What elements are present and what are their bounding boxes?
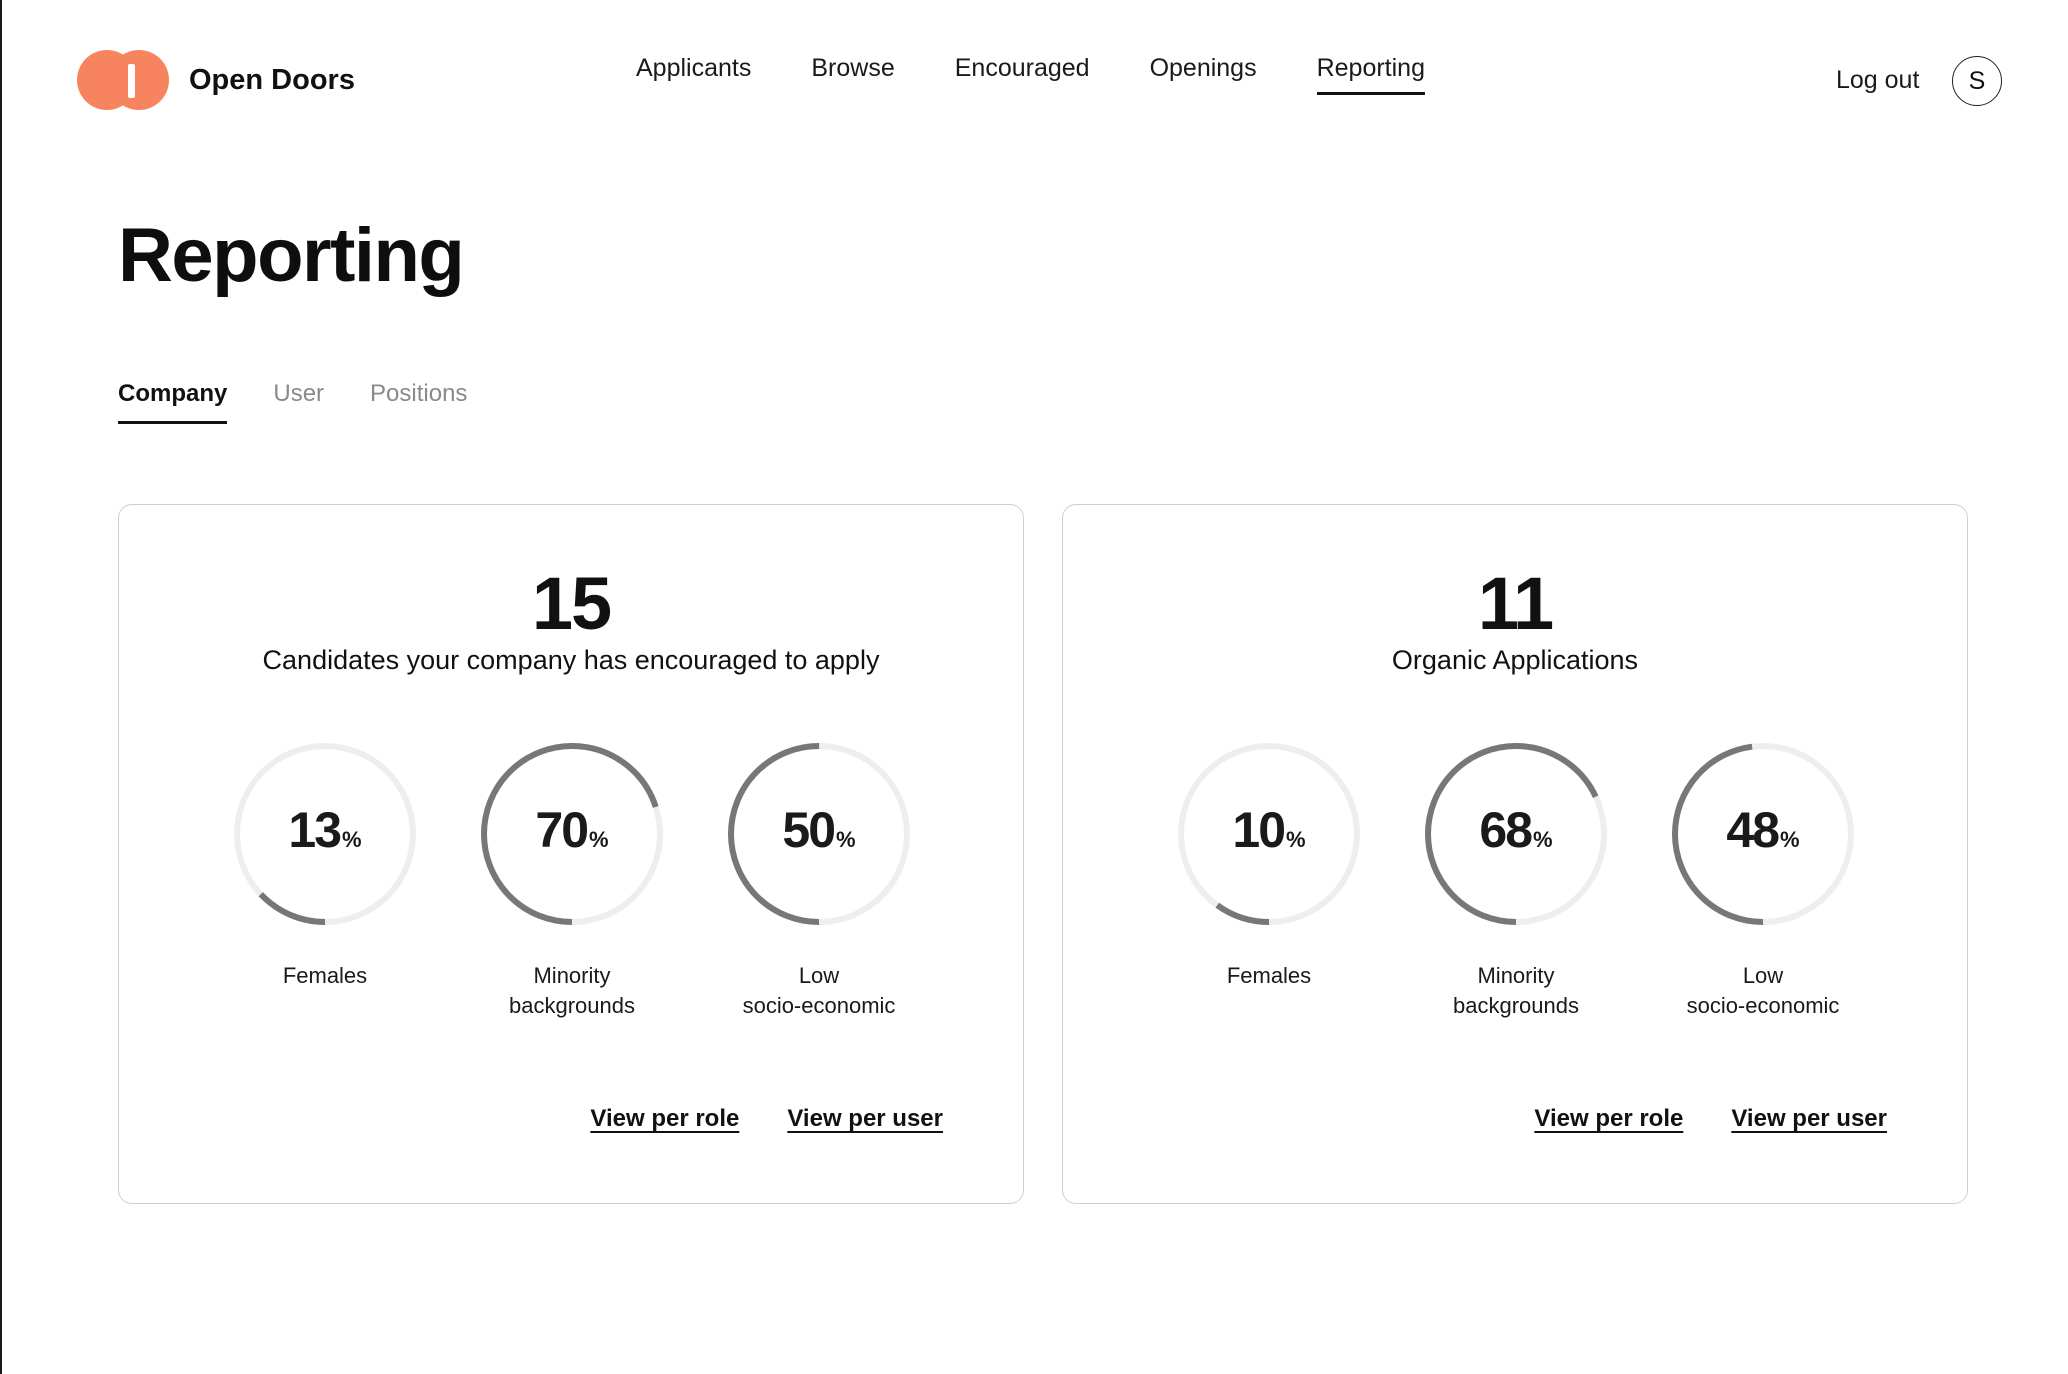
encouraged-gauges: 13% Females 70% Minority backgrounds 50% … — [119, 739, 1023, 1039]
view-per-user-link[interactable]: View per user — [787, 1105, 943, 1133]
gauge-females: 13% Females — [205, 739, 445, 991]
encouraged-caption: Candidates your company has encouraged t… — [262, 645, 880, 675]
tab-positions[interactable]: Positions — [370, 380, 467, 424]
nav-browse[interactable]: Browse — [811, 54, 894, 95]
main-nav: Applicants Browse Encouraged Openings Re… — [636, 54, 1426, 95]
gauge-label: Females — [282, 963, 368, 988]
gauge-value: 48% — [1726, 802, 1800, 858]
nav-reporting[interactable]: Reporting — [1316, 54, 1426, 95]
logout-link[interactable]: Log out — [1836, 66, 1919, 95]
encouraged-count: 15 — [531, 562, 612, 645]
brand-logo[interactable]: Open Doors — [77, 50, 355, 110]
gauge-minority: 70% Minority backgrounds — [452, 739, 692, 1021]
gauge-label: Minority backgrounds — [1453, 963, 1579, 1018]
nav-openings[interactable]: Openings — [1150, 54, 1257, 95]
top-header: Open Doors Applicants Browse Encouraged … — [0, 0, 2068, 160]
nav-applicants[interactable]: Applicants — [636, 54, 751, 95]
organic-gauges: 10% Females 68% Minority backgrounds 48% … — [1063, 739, 1967, 1039]
gauge-value: 13% — [288, 802, 362, 858]
page-title: Reporting — [118, 213, 465, 298]
window-edge — [0, 0, 2, 1374]
encouraged-links: View per role View per user — [590, 1105, 943, 1133]
gauge-females: 10% Females — [1149, 739, 1389, 991]
organic-caption: Organic Applications — [1391, 645, 1639, 675]
gauge-label: Low socio-economic — [742, 963, 896, 1018]
open-doors-logo-icon — [77, 50, 169, 110]
user-avatar[interactable]: S — [1952, 56, 2002, 106]
view-per-role-link[interactable]: View per role — [1534, 1105, 1683, 1133]
gauge-value: 70% — [535, 802, 609, 858]
gauge-value: 68% — [1479, 802, 1553, 858]
report-tabs: Company User Positions — [118, 380, 467, 424]
brand-name: Open Doors — [189, 63, 355, 96]
view-per-role-link[interactable]: View per role — [590, 1105, 739, 1133]
gauge-label: Low socio-economic — [1686, 963, 1840, 1018]
tab-user[interactable]: User — [273, 380, 324, 424]
gauge-label: Females — [1226, 963, 1312, 988]
gauge-low-socio-economic: 48% Low socio-economic — [1643, 739, 1883, 1021]
gauge-value: 10% — [1232, 802, 1306, 858]
nav-encouraged[interactable]: Encouraged — [955, 54, 1090, 95]
gauge-low-socio-economic: 50% Low socio-economic — [699, 739, 939, 1021]
encouraged-card: 15 Candidates your company has encourage… — [118, 504, 1024, 1204]
organic-card: 11 Organic Applications 10% Females 68% … — [1062, 504, 1968, 1204]
view-per-user-link[interactable]: View per user — [1731, 1105, 1887, 1133]
organic-count: 11 — [1477, 562, 1554, 645]
gauge-label: Minority backgrounds — [509, 963, 635, 1018]
gauge-value: 50% — [782, 802, 856, 858]
tab-company[interactable]: Company — [118, 380, 228, 424]
gauge-minority: 68% Minority backgrounds — [1396, 739, 1636, 1021]
organic-links: View per role View per user — [1534, 1105, 1887, 1133]
